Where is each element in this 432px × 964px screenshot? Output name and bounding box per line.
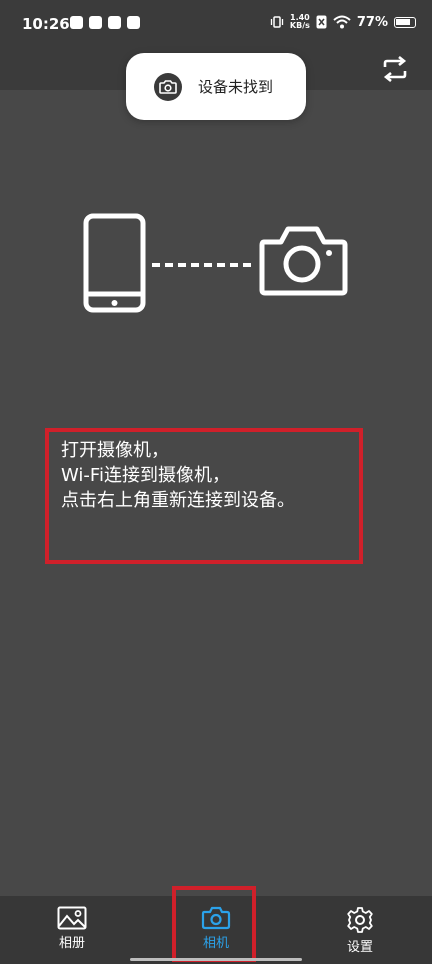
link-icon <box>108 16 121 29</box>
sim-off-icon <box>316 15 327 29</box>
net-speed-unit: KB/s <box>289 21 310 30</box>
image-icon <box>57 906 87 930</box>
home-indicator <box>130 958 302 961</box>
vibrate-icon <box>270 16 284 28</box>
status-right: 1.40 KB/s 77% <box>270 14 416 30</box>
connection-illustration <box>83 213 348 313</box>
tiktok-icon <box>70 16 83 29</box>
tab-album-label: 相册 <box>58 936 85 951</box>
tab-settings[interactable]: 设置 <box>310 896 410 964</box>
toast-device-not-found: 设备未找到 <box>126 53 306 120</box>
status-time: 10:26 <box>22 15 70 33</box>
highlight-box-camera-tab <box>172 886 256 962</box>
toast-message: 设备未找到 <box>198 78 274 96</box>
status-bar: 10:26 1.40 KB/s 77% <box>0 0 432 52</box>
battery-percent: 77% <box>356 14 388 30</box>
instructions-box: 打开摄像机， Wi-Fi连接到摄像机， 点击右上角重新连接到设备。 <box>45 428 363 564</box>
battery-icon <box>394 16 416 28</box>
camera-icon <box>259 226 348 296</box>
net-speed: 1.40 KB/s <box>290 14 310 30</box>
reconnect-button[interactable] <box>380 54 410 84</box>
tab-settings-label: 设置 <box>346 940 373 955</box>
tab-album[interactable]: 相册 <box>22 896 122 964</box>
refresh-icon <box>383 56 407 82</box>
wifi-icon <box>333 15 351 29</box>
notification-icons <box>70 16 140 29</box>
phone-icon <box>83 213 146 313</box>
shop-icon <box>89 16 102 29</box>
instruction-line-3: 点击右上角重新连接到设备。 <box>61 490 295 511</box>
instruction-line-1: 打开摄像机， <box>61 440 169 461</box>
instruction-line-2: Wi-Fi连接到摄像机， <box>61 465 230 486</box>
gear-icon <box>347 907 373 933</box>
camera-icon <box>154 72 182 101</box>
app-icon <box>127 16 140 29</box>
